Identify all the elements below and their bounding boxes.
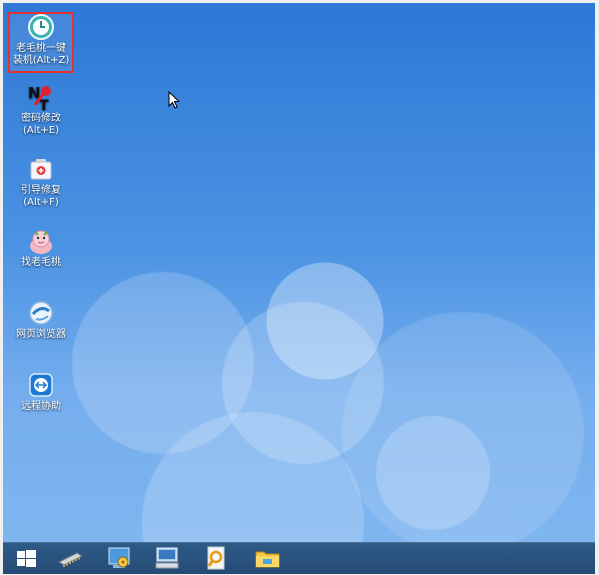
desktop-icon-lao-mao-tao-install[interactable]: 老毛桃一键 装机(Alt+Z)	[6, 13, 76, 67]
first-aid-kit-icon	[27, 155, 55, 183]
teamviewer-icon	[27, 371, 55, 399]
desktop-icon-remote-assist[interactable]: 远程协助	[6, 371, 76, 413]
icon-label-line1: 密码修改	[21, 113, 61, 124]
start-button[interactable]	[11, 545, 41, 571]
disk-image-icon	[108, 547, 130, 568]
clock-install-icon	[27, 13, 55, 41]
icon-label-line1: 远程协助	[21, 401, 61, 412]
start-icon	[17, 550, 36, 567]
globe-icon	[27, 299, 55, 327]
icon-label-line1: 网页浏览器	[16, 329, 66, 340]
desktop-icon-web-browser[interactable]: 网页浏览器	[6, 299, 76, 341]
no-password-icon: N T	[27, 83, 55, 114]
desktop-icon-password-edit[interactable]: N T 密码修改 (Alt+E)	[6, 83, 76, 137]
taskbar-memory-tool[interactable]	[55, 545, 85, 571]
taskbar-disk-image-tool[interactable]	[105, 545, 135, 571]
folder-icon	[255, 551, 280, 568]
taskbar	[3, 542, 595, 574]
computer-icon	[155, 547, 179, 569]
icon-label-line1: 老毛桃一键	[16, 43, 66, 54]
desktop-icon-boot-repair[interactable]: 引导修复 (Alt+F)	[6, 155, 76, 209]
icon-label-line1: 引导修复	[21, 185, 61, 196]
taskbar-file-explorer[interactable]	[253, 545, 283, 571]
desktop-icon-find-laomaotao[interactable]: 找老毛桃	[6, 227, 76, 269]
search-tool-icon	[207, 546, 225, 570]
icon-label-line2: 装机(Alt+Z)	[12, 55, 70, 66]
mouse-cursor-icon	[168, 90, 181, 113]
peach-mascot-icon	[27, 227, 55, 255]
icon-label-line1: 找老毛桃	[21, 257, 61, 268]
desktop[interactable]: 老毛桃一键 装机(Alt+Z) N T 密码修改 (Alt+E) 引导修复 (A…	[3, 3, 595, 542]
taskbar-computer-tool[interactable]	[153, 545, 183, 571]
memory-chip-icon	[57, 552, 84, 567]
taskbar-search-tool[interactable]	[201, 545, 231, 571]
icon-label-line2: (Alt+F)	[23, 197, 59, 208]
icon-label-line2: (Alt+E)	[22, 125, 60, 136]
